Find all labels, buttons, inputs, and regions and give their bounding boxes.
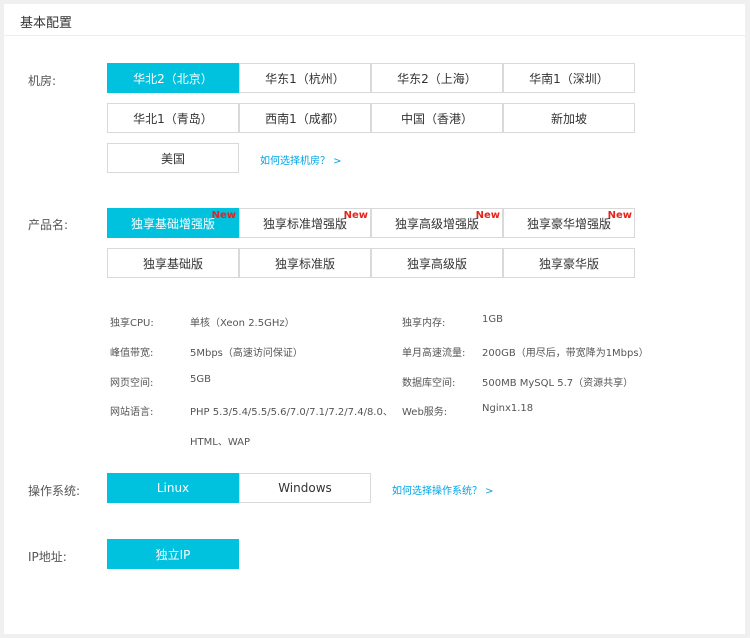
region-option-usa[interactable]: 美国 [107,143,239,173]
option-label: 独享高级增强版 [394,216,479,231]
os-label: 操作系统: [28,484,81,498]
option-label: Linux [156,481,190,495]
option-label: 华北2（北京） [133,71,213,86]
option-label: 美国 [160,151,185,166]
panel-title: 基本配置 [20,16,73,31]
region-option-singapore[interactable]: 新加坡 [503,103,635,133]
option-label: 独立IP [155,547,191,562]
region-help-link[interactable]: 如何选择机房？ > [260,152,342,167]
new-badge: New [607,210,632,221]
spec-label-language: 网站语言: [110,407,154,418]
product-label: 产品名: [28,218,69,232]
panel-header: 基本配置 [4,4,745,36]
spec-value-language-line2: HTML、WAP [190,437,251,448]
spec-value-web-service: Nginx1.18 [482,403,534,414]
option-label: 独享标准增强版 [262,216,347,231]
region-option-china-hongkong[interactable]: 中国（香港） [371,103,503,133]
product-option-basic[interactable]: 独享基础版 [107,248,239,278]
product-option-advanced-plus[interactable]: 独享高级增强版 New [371,208,503,238]
product-option-standard[interactable]: 独享标准版 [239,248,371,278]
product-option-luxury[interactable]: 独享豪华版 [503,248,635,278]
option-label: 华南1（深圳） [529,71,609,86]
region-option-huanan1-shenzhen[interactable]: 华南1（深圳） [503,63,635,93]
product-option-advanced[interactable]: 独享高级版 [371,248,503,278]
option-label: 华北1（青岛） [133,111,213,126]
spec-label-web-service: Web服务: [402,407,448,418]
spec-value-traffic: 200GB（用尽后，带宽降为1Mbps） [482,348,649,359]
option-label: 独享基础增强版 [130,216,215,231]
product-option-luxury-plus[interactable]: 独享豪华增强版 New [503,208,635,238]
spec-value-language: PHP 5.3/5.4/5.5/5.6/7.0/7.1/7.2/7.4/8.0、 [190,407,393,418]
spec-label-traffic: 单月高速流量: [402,348,466,359]
ip-label: IP地址: [28,550,67,564]
basic-config-panel: 基本配置 机房: 华北2（北京） 华东1（杭州） 华东2（上海） 华南1（深圳）… [4,4,745,634]
region-label: 机房: [28,74,57,88]
spec-value-bandwidth: 5Mbps（高速访问保证） [190,348,303,359]
spec-value-web-space: 5GB [190,374,211,385]
option-label: 独享豪华增强版 [526,216,611,231]
option-label: 中国（香港） [400,111,473,126]
option-label: 独享标准版 [274,256,335,271]
region-option-huabei1-qingdao[interactable]: 华北1（青岛） [107,103,239,133]
new-badge: New [211,210,236,221]
os-option-windows[interactable]: Windows [239,473,371,503]
spec-label-web-space: 网页空间: [110,378,154,389]
spec-value-cpu: 单核（Xeon 2.5GHz） [190,318,295,329]
option-label: Windows [278,481,332,495]
product-option-standard-plus[interactable]: 独享标准增强版 New [239,208,371,238]
region-option-xinan1-chengdu[interactable]: 西南1（成都） [239,103,371,133]
region-option-huadong1-hangzhou[interactable]: 华东1（杭州） [239,63,371,93]
spec-label-cpu: 独享CPU: [110,318,154,329]
option-label: 华东2（上海） [397,71,477,86]
new-badge: New [343,210,368,221]
region-option-huadong2-shanghai[interactable]: 华东2（上海） [371,63,503,93]
spec-label-memory: 独享内存: [402,318,446,329]
option-label: 独享高级版 [406,256,467,271]
spec-label-db-space: 数据库空间: [402,378,456,389]
os-option-linux[interactable]: Linux [107,473,239,503]
option-label: 华东1（杭州） [265,71,345,86]
ip-option-dedicated[interactable]: 独立IP [107,539,239,569]
os-help-link[interactable]: 如何选择操作系统？ > [392,482,494,497]
spec-label-bandwidth: 峰值带宽: [110,348,154,359]
region-option-huabei2-beijing[interactable]: 华北2（北京） [107,63,239,93]
new-badge: New [475,210,500,221]
product-option-basic-plus[interactable]: 独享基础增强版 New [107,208,239,238]
option-label: 独享豪华版 [538,256,599,271]
option-label: 新加坡 [550,111,587,126]
spec-value-memory: 1GB [482,314,503,325]
option-label: 独享基础版 [142,256,203,271]
spec-value-db-space: 500MB MySQL 5.7（资源共享） [482,378,634,389]
option-label: 西南1（成都） [265,111,345,126]
